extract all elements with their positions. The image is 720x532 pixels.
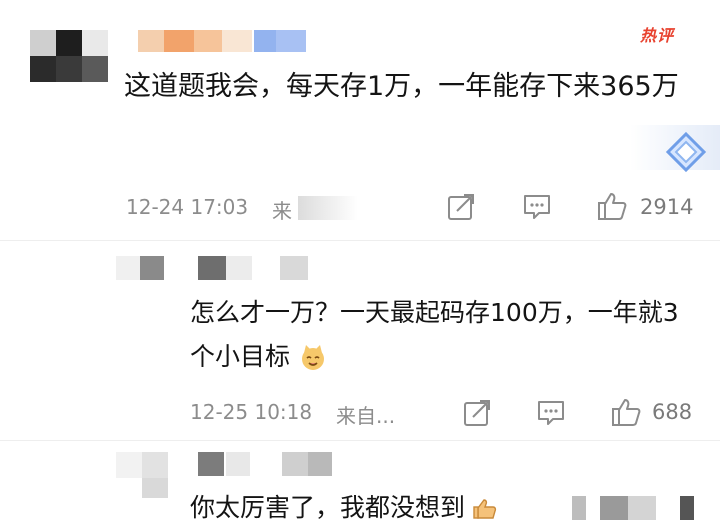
comment-time: 12-24 17:03 xyxy=(126,195,249,219)
comment-source: 来自... xyxy=(336,404,396,428)
like-count: 688 xyxy=(652,400,693,424)
cat-emoji-icon xyxy=(301,345,324,370)
diamond-icon xyxy=(665,131,707,173)
share-icon[interactable] xyxy=(462,398,492,428)
thumbs-up-emoji-icon xyxy=(473,499,497,519)
divider xyxy=(0,440,720,441)
comment-text-content: 怎么才一万？一天最起码存100万，一年就3个小目标 xyxy=(190,298,679,371)
thumbs-up-icon[interactable] xyxy=(610,396,642,428)
share-icon[interactable] xyxy=(446,192,476,222)
comment-text-content: 你太厉害了，我都没想到 xyxy=(190,493,466,522)
like-count: 2914 xyxy=(640,195,694,219)
source-blur xyxy=(298,196,358,220)
comment-text: 怎么才一万？一天最起码存100万，一年就3个小目标 xyxy=(190,291,690,379)
comment-icon[interactable] xyxy=(536,398,566,428)
comment-icon[interactable] xyxy=(522,192,552,222)
comment-feed: 热评 这道题我会，每天存1万，一年能存下来365万 12-24 17:03 来 … xyxy=(0,0,720,532)
hot-comment-badge: 热评 xyxy=(640,26,675,45)
comment-text: 这道题我会，每天存1万，一年能存下来365万 xyxy=(124,71,679,102)
comment-source: 来 xyxy=(272,199,292,223)
comment-time: 12-25 10:18 xyxy=(190,400,313,424)
thumbs-up-icon[interactable] xyxy=(596,190,628,222)
divider xyxy=(0,240,720,241)
